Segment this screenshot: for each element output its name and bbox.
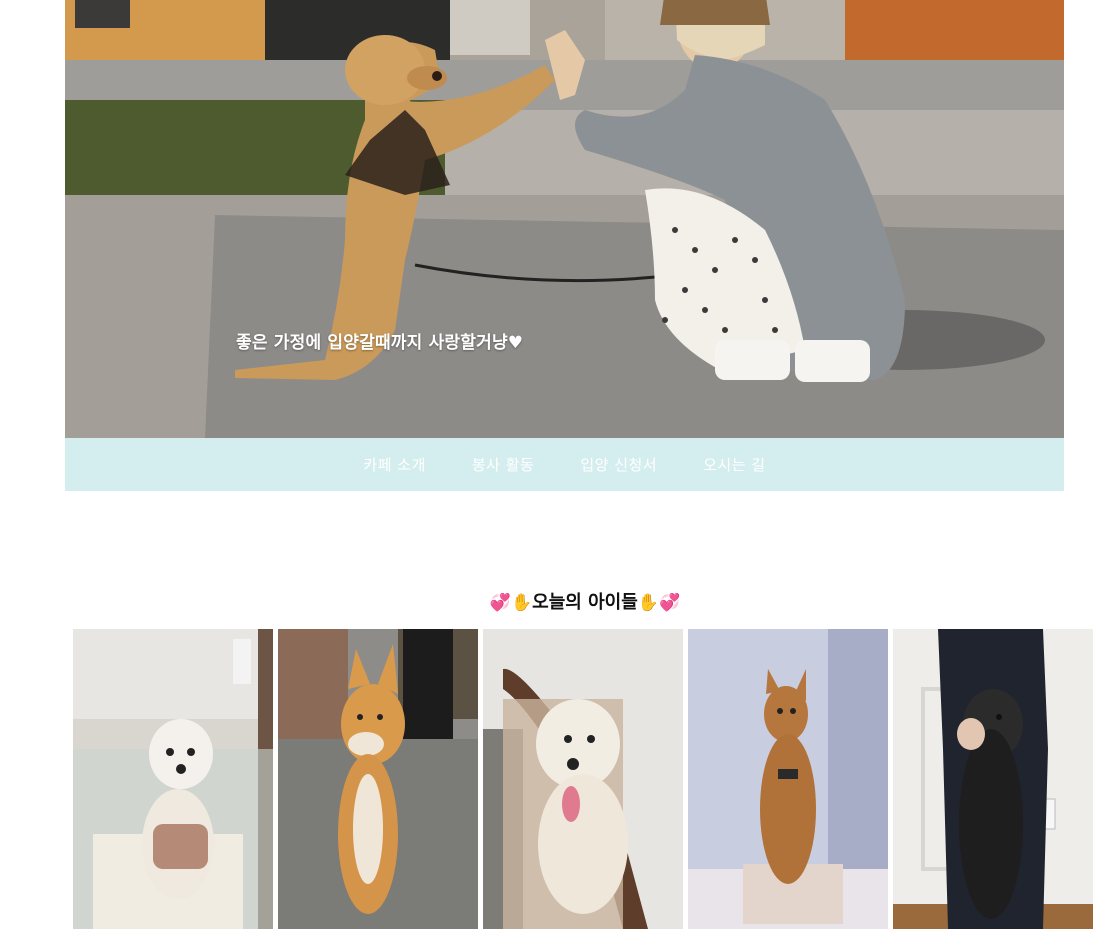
nav-item-directions[interactable]: 오시는 길: [703, 454, 765, 475]
heart-icon: ♥: [507, 333, 524, 353]
white-maltese-dog-photo: [73, 629, 273, 929]
hand-heart-emoji-icon: ✋💞: [637, 593, 681, 613]
black-poodle-dog-photo: [893, 629, 1093, 929]
gallery-item[interactable]: [73, 629, 273, 929]
main-nav: 카페 소개 봉사 활동 입양 신청서 오시는 길: [65, 438, 1064, 491]
gallery-item[interactable]: [278, 629, 478, 929]
gallery-item[interactable]: [483, 629, 683, 929]
hero-caption-text: 좋은 가정에 입양갈때까지 사랑할거냥: [236, 333, 508, 353]
hero-photo: [65, 0, 1064, 438]
hero-caption: 좋은 가정에 입양갈때까지 사랑할거냥♥: [236, 328, 523, 353]
nav-item-adoption-form[interactable]: 입양 신청서: [580, 454, 657, 475]
section-title-text: 오늘의 아이들: [532, 592, 638, 613]
hero-banner: 좋은 가정에 입양갈때까지 사랑할거냥♥: [65, 0, 1064, 438]
brown-mixed-dog-photo: [688, 629, 888, 929]
nav-item-volunteer[interactable]: 봉사 활동: [472, 454, 534, 475]
white-poodle-dog-photo: [483, 629, 683, 929]
nav-item-cafe-intro[interactable]: 카페 소개: [363, 454, 425, 475]
section-title: 💞✋오늘의 아이들✋💞: [0, 588, 1103, 614]
gallery-item[interactable]: [893, 629, 1093, 929]
gallery-item[interactable]: [688, 629, 888, 929]
shiba-inu-dog-photo: [278, 629, 478, 929]
heart-hand-emoji-icon: 💞✋: [489, 593, 533, 613]
dog-gallery: [73, 629, 1098, 929]
